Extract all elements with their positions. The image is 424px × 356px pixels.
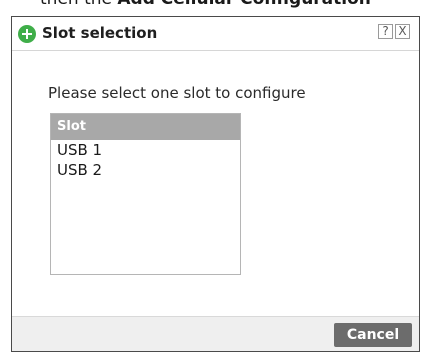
slot-list: Slot USB 1 USB 2: [50, 113, 241, 275]
slot-selection-dialog: Slot selection ? X Please select one slo…: [11, 16, 420, 352]
dialog-footer: Cancel: [12, 316, 419, 351]
slot-list-header: Slot: [51, 114, 240, 140]
background-text-prefix: then the: [40, 0, 117, 9]
background-document-text: then the Add Cellular Configuration: [0, 0, 424, 11]
cancel-button[interactable]: Cancel: [334, 323, 412, 347]
help-button[interactable]: ?: [378, 24, 393, 39]
dialog-title: Slot selection: [42, 24, 158, 42]
dialog-titlebar: Slot selection ? X: [12, 17, 419, 51]
background-text-bold: Add Cellular Configuration: [117, 0, 371, 9]
add-circle-icon: [18, 25, 36, 43]
close-button[interactable]: X: [395, 24, 410, 39]
instruction-text: Please select one slot to configure: [48, 84, 306, 102]
slot-item-usb1[interactable]: USB 1: [51, 140, 240, 160]
slot-item-usb2[interactable]: USB 2: [51, 160, 240, 180]
